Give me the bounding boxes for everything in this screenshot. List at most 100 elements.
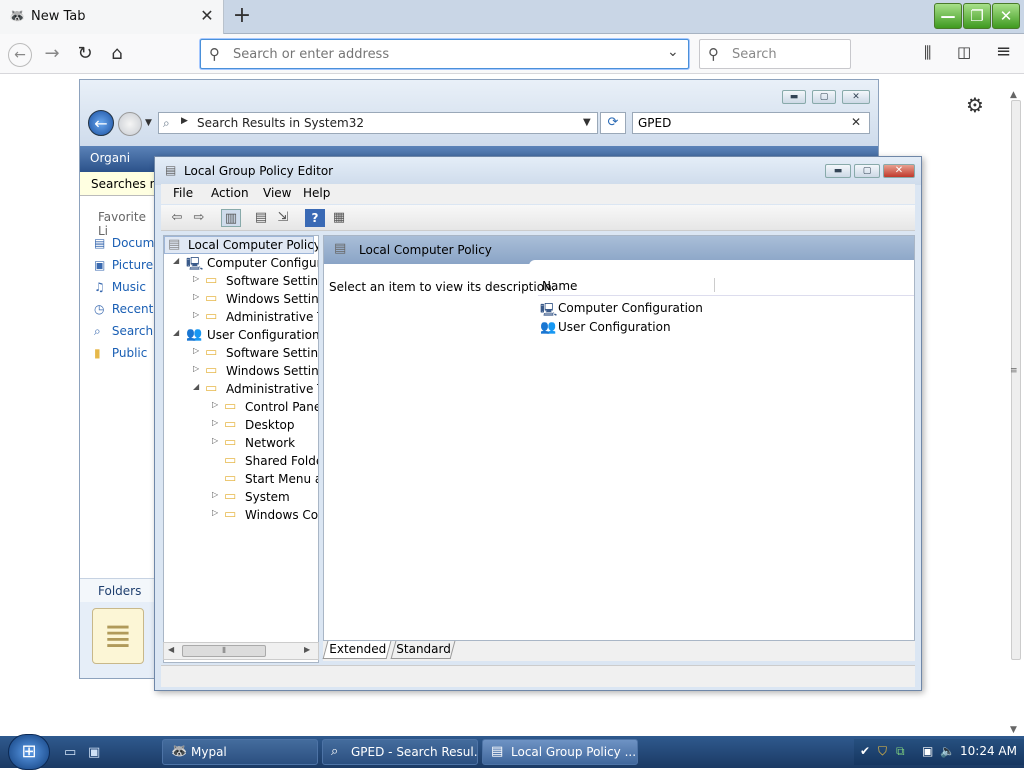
expand-arrow-icon[interactable]: ▷ xyxy=(193,310,199,319)
library-icon[interactable]: ⫼ xyxy=(924,43,931,63)
scroll-down-icon[interactable]: ▼ xyxy=(1010,725,1017,735)
refresh-button[interactable]: ⟳ xyxy=(600,112,626,134)
tab-title: New Tab xyxy=(31,9,86,24)
explorer-back-button[interactable]: ← xyxy=(88,110,114,136)
clear-search-icon[interactable]: ✕ xyxy=(851,115,861,129)
window-minimize-button[interactable]: — xyxy=(934,3,962,29)
menu-file[interactable]: File xyxy=(171,186,195,200)
browser-tab[interactable]: 🦝 New Tab ✕ xyxy=(0,0,224,34)
collapse-arrow-icon[interactable]: ◢ xyxy=(173,328,179,337)
scroll-right-icon[interactable]: ▶ xyxy=(304,645,310,654)
tree-horizontal-scrollbar[interactable]: ◀ ⦀ ▶ xyxy=(163,642,319,660)
expand-arrow-icon[interactable]: ▷ xyxy=(212,490,218,499)
explorer-minimize-button[interactable]: ▬ xyxy=(782,90,806,104)
export-list-icon[interactable]: ⇲ xyxy=(273,209,293,227)
back-button[interactable]: ← xyxy=(8,43,32,67)
scroll-thumb[interactable] xyxy=(1011,100,1021,660)
show-desktop-icon[interactable]: ▭ xyxy=(64,745,76,760)
url-input[interactable] xyxy=(233,45,653,63)
window-close-button[interactable]: ✕ xyxy=(992,3,1020,29)
scroll-up-icon[interactable]: ▲ xyxy=(1010,90,1017,100)
start-button[interactable]: ⊞ xyxy=(8,734,50,770)
expand-arrow-icon[interactable]: ▷ xyxy=(193,292,199,301)
column-separator[interactable] xyxy=(714,278,715,292)
clock[interactable]: 10:24 AM xyxy=(960,744,1017,758)
explorer-close-button[interactable]: ✕ xyxy=(842,90,870,104)
gped-minimize-button[interactable]: ▬ xyxy=(825,164,851,178)
chevron-down-icon[interactable]: ⌄ xyxy=(667,44,679,60)
explorer-maximize-button[interactable]: ▢ xyxy=(812,90,836,104)
tab-extended[interactable]: Extended xyxy=(322,641,392,659)
switch-windows-icon[interactable]: ▣ xyxy=(88,745,100,760)
gped-close-button[interactable]: ✕ xyxy=(883,164,915,178)
expand-arrow-icon[interactable]: ▷ xyxy=(212,400,218,409)
explorer-details-pane: ≣ xyxy=(80,602,158,678)
tab-standard[interactable]: Standard xyxy=(390,641,456,659)
folder-icon: ▭ xyxy=(205,363,218,378)
expand-arrow-icon[interactable]: ▷ xyxy=(212,418,218,427)
show-hide-tree-icon[interactable]: ▥ xyxy=(221,209,241,227)
users-icon: 👥 xyxy=(186,327,203,342)
hamburger-menu-icon[interactable]: ≡ xyxy=(996,41,1011,62)
gped-tree-pane: ▤ Local Computer Policy ◢ 🖳 Computer Con… xyxy=(163,235,319,663)
gped-title: Local Group Policy Editor xyxy=(184,164,334,178)
taskbar-item-group-policy[interactable]: ▤ Local Group Policy ... xyxy=(482,739,638,765)
reload-button[interactable]: ↻ xyxy=(73,43,97,67)
new-tab-button[interactable]: + xyxy=(230,4,254,28)
search-bar[interactable]: ⚲ Search xyxy=(699,39,851,69)
url-bar[interactable]: ⚲ ⌄ xyxy=(200,39,689,69)
forward-button[interactable]: → xyxy=(40,43,64,67)
gear-icon[interactable]: ⚙ xyxy=(966,93,984,117)
filter-view-icon[interactable]: ▦ xyxy=(329,209,349,227)
menu-view[interactable]: View xyxy=(261,186,293,200)
volume-icon[interactable]: 🔈 xyxy=(940,744,955,758)
tab-close-icon[interactable]: ✕ xyxy=(198,7,216,25)
menu-help[interactable]: Help xyxy=(301,186,332,200)
expand-arrow-icon[interactable]: ▷ xyxy=(212,436,218,445)
address-dropdown-icon[interactable]: ▼ xyxy=(583,117,591,128)
search-placeholder: Search xyxy=(732,47,777,62)
network-status-icon[interactable]: ⧉ xyxy=(896,744,905,759)
breadcrumb-arrow-icon[interactable]: ▶ xyxy=(181,116,188,126)
policy-scroll-icon: ▤ xyxy=(491,744,504,759)
home-button[interactable]: ⌂ xyxy=(105,43,129,67)
organize-button[interactable]: Organi xyxy=(90,151,130,165)
window-restore-button[interactable]: ❐ xyxy=(963,3,991,29)
header-decoration xyxy=(529,260,914,266)
help-icon[interactable]: ? xyxy=(305,209,325,227)
sidebar-icon[interactable]: ◫ xyxy=(957,43,971,61)
expand-arrow-icon[interactable]: ▷ xyxy=(193,274,199,283)
network-icon[interactable]: ▣ xyxy=(922,744,933,758)
system-tray: ✔ ⛉ ⧉ ▣ 🔈 10:24 AM xyxy=(854,739,1024,765)
collapse-arrow-icon[interactable]: ◢ xyxy=(173,256,179,265)
explorer-forward-button[interactable] xyxy=(118,112,142,136)
properties-icon[interactable]: ▤ xyxy=(251,209,271,227)
explorer-titlebar: ▬ ▢ ✕ ← ▼ ⌕ ▶ Search Results in System32… xyxy=(80,80,878,146)
explorer-search-value: GPED xyxy=(638,116,672,130)
scroll-left-icon[interactable]: ◀ xyxy=(168,645,174,654)
searches-icon: ⌕ xyxy=(94,324,101,338)
expand-arrow-icon[interactable]: ▷ xyxy=(193,364,199,373)
explorer-address-bar[interactable]: ⌕ ▶ Search Results in System32 ▼ xyxy=(158,112,598,134)
shield-icon[interactable]: ⛉ xyxy=(878,744,887,759)
forward-arrow-icon[interactable]: ⇨ xyxy=(189,209,209,227)
explorer-search-box[interactable]: GPED ✕ xyxy=(632,112,870,134)
expand-arrow-icon[interactable]: ▷ xyxy=(193,346,199,355)
security-icon[interactable]: ✔ xyxy=(860,744,870,758)
gped-titlebar[interactable]: ▤ Local Group Policy Editor ▬ ▢ ✕ xyxy=(155,157,921,185)
taskbar-item-mypal[interactable]: 🦝 Mypal xyxy=(162,739,318,765)
back-arrow-icon[interactable]: ⇦ xyxy=(167,209,187,227)
column-name-header[interactable]: Name xyxy=(542,279,577,293)
folder-icon: ▭ xyxy=(224,399,237,414)
taskbar-item-gped-search[interactable]: ⌕ GPED - Search Resul... xyxy=(322,739,478,765)
documents-icon: ▤ xyxy=(94,236,106,250)
collapse-arrow-icon[interactable]: ◢ xyxy=(193,382,199,391)
gped-maximize-button[interactable]: ▢ xyxy=(854,164,880,178)
scroll-thumb[interactable]: ⦀ xyxy=(182,645,266,657)
folders-toggle[interactable]: Folders xyxy=(80,578,158,602)
history-dropdown-icon[interactable]: ▼ xyxy=(145,118,152,128)
page-scrollbar[interactable]: ▲ ≡ ▼ xyxy=(1010,90,1022,735)
pictures-icon: ▣ xyxy=(94,258,106,272)
expand-arrow-icon[interactable]: ▷ xyxy=(212,508,218,517)
menu-action[interactable]: Action xyxy=(209,186,251,200)
